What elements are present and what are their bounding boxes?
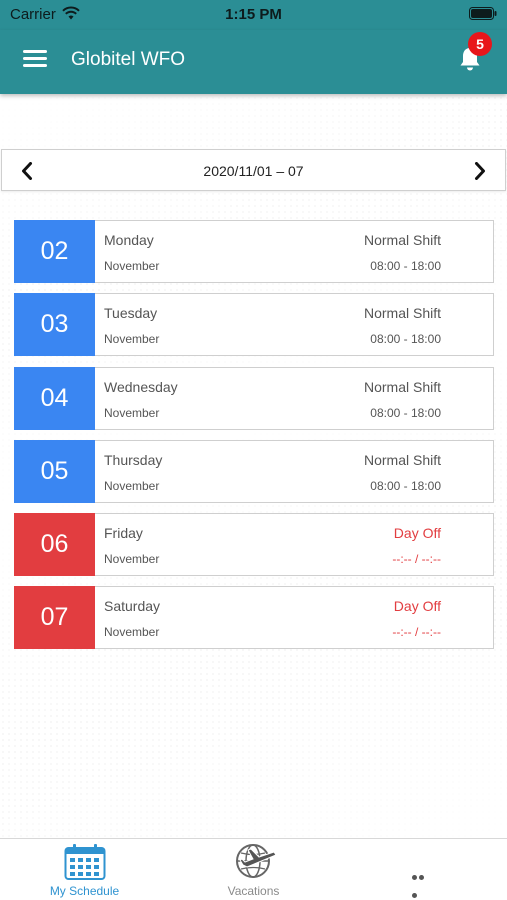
tab-vacations[interactable]: Vacations — [169, 839, 338, 900]
shift-name: Normal Shift — [363, 305, 441, 322]
hamburger-menu-icon[interactable] — [23, 50, 47, 70]
day-card[interactable]: 05 Thursday November Normal Shift 08:00 … — [14, 439, 494, 503]
day-number: 05 — [14, 439, 95, 503]
status-time: 1:15 PM — [225, 6, 282, 23]
shift-name: Day Off — [393, 598, 441, 615]
next-week-button[interactable] — [460, 150, 500, 190]
status-bar: Carrier 1:15 PM — [0, 0, 507, 30]
battery-icon — [469, 7, 497, 20]
day-number: 04 — [14, 366, 95, 430]
day-name: Wednesday — [104, 378, 178, 395]
notification-badge: 5 — [468, 32, 492, 56]
shift-hours: --:-- / --:-- — [392, 552, 441, 567]
day-month: November — [104, 478, 160, 493]
nav-bar: Globitel WFO — [0, 30, 507, 94]
day-number: 03 — [14, 293, 95, 357]
day-month: November — [104, 259, 160, 273]
day-name: Thursday — [104, 451, 163, 468]
day-number: 07 — [14, 586, 95, 650]
shift-hours: --:-- / --:-- — [392, 625, 441, 640]
shift-hours: 08:00 - 18:00 — [370, 478, 441, 493]
shift-name: Normal Shift — [363, 232, 441, 248]
day-month: November — [104, 332, 160, 347]
tab-label: Vacations — [227, 884, 280, 898]
calendar-icon — [64, 844, 106, 880]
shift-hours: 08:00 - 18:00 — [370, 259, 441, 273]
day-number: 02 — [14, 220, 95, 283]
plane-globe-icon — [236, 844, 277, 878]
week-selector: 2020/11/01 – 07 — [1, 149, 506, 191]
tab-my-schedule[interactable]: My Schedule — [0, 839, 169, 900]
day-name: Tuesday — [104, 305, 158, 322]
day-number: 06 — [14, 513, 95, 577]
app-title: Globitel WFO — [71, 49, 186, 70]
bottom-tab-bar: My Schedule Vacations — [0, 838, 507, 900]
shift-hours: 08:00 - 18:00 — [370, 332, 441, 347]
app-screen: Carrier 1:15 PM Globitel WFO 5 2020/11/0… — [0, 0, 507, 900]
week-range-label: 2020/11/01 – 07 — [203, 163, 304, 179]
shift-hours: 08:00 - 18:00 — [370, 405, 441, 420]
day-card[interactable]: 03 Tuesday November Normal Shift 08:00 -… — [14, 293, 494, 357]
day-month: November — [104, 625, 160, 640]
shift-name: Day Off — [393, 525, 441, 542]
day-name: Saturday — [104, 598, 161, 615]
day-name: Monday — [104, 232, 154, 248]
more-dots-icon — [412, 867, 432, 898]
day-card[interactable]: 06 Friday November Day Off --:-- / --:-- — [14, 513, 494, 577]
tab-more[interactable] — [338, 839, 507, 900]
tab-label: My Schedule — [49, 884, 120, 898]
day-month: November — [104, 552, 160, 567]
day-card[interactable]: 04 Wednesday November Normal Shift 08:00… — [14, 366, 494, 430]
shift-name: Normal Shift — [363, 378, 441, 395]
day-name: Friday — [104, 525, 143, 542]
chevron-right-icon — [475, 162, 485, 180]
shift-name: Normal Shift — [363, 451, 441, 468]
day-card[interactable]: 02 Monday November Normal Shift 08:00 - … — [14, 220, 494, 283]
schedule-day-list: 02 Monday November Normal Shift 08:00 - … — [14, 220, 494, 660]
day-month: November — [104, 405, 160, 420]
day-card[interactable]: 07 Saturday November Day Off --:-- / --:… — [14, 586, 494, 650]
